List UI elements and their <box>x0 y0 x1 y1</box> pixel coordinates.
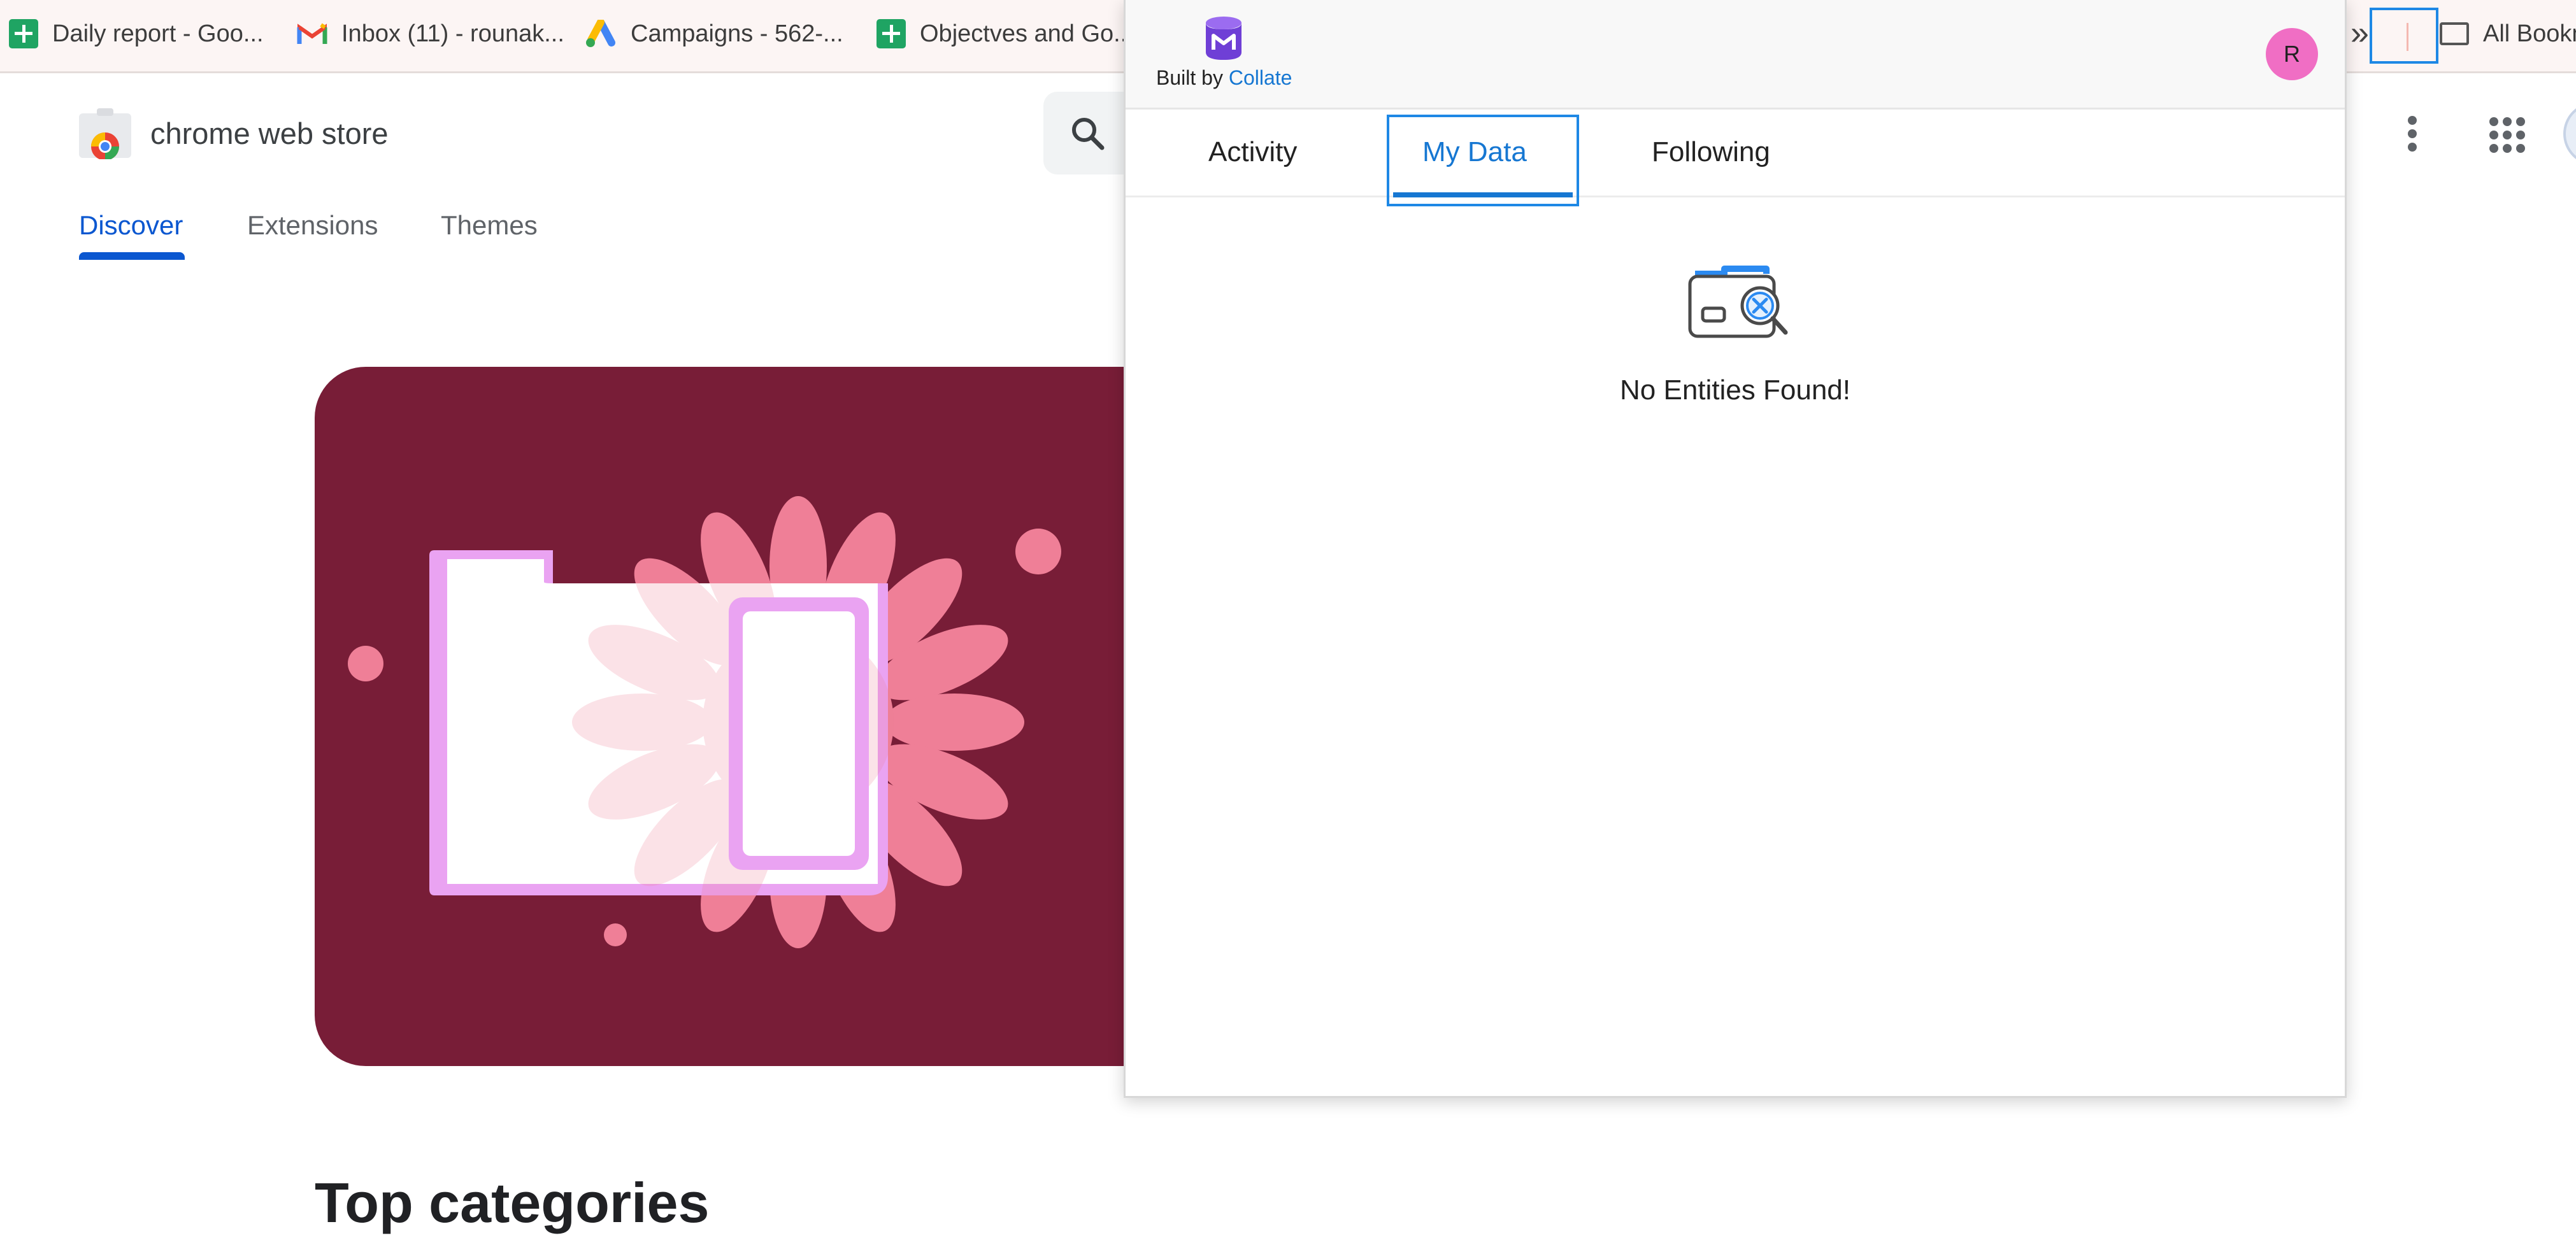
hero-banner[interactable] <box>315 367 1143 1066</box>
google-sheets-icon <box>877 19 906 48</box>
active-tab-indicator <box>79 252 185 260</box>
bookmark-objectives[interactable]: Objectves and Go... <box>877 0 1134 68</box>
tab-themes[interactable]: Themes <box>441 210 538 241</box>
tab-following[interactable]: Following <box>1652 136 1770 168</box>
store-title[interactable]: chrome web store <box>150 116 389 151</box>
bookmark-label: Objectves and Go... <box>920 20 1134 47</box>
bookmark-label: Daily report - Goo... <box>52 20 264 47</box>
no-data-folder-icon <box>1688 266 1788 338</box>
all-bookmarks-button[interactable]: All Bookm <box>2440 0 2576 68</box>
gmail-icon <box>297 23 327 44</box>
google-apps-icon[interactable] <box>2489 117 2525 153</box>
user-avatar[interactable]: R <box>2266 28 2318 80</box>
bookmark-inbox[interactable]: Inbox (11) - rounak... <box>297 0 564 68</box>
google-sheets-icon <box>9 19 38 48</box>
bookmark-daily-report[interactable]: Daily report - Goo... <box>9 0 264 68</box>
active-tab-underline <box>1393 192 1573 197</box>
built-by-label: Built by Collate <box>1156 66 1292 90</box>
bookmark-label: Campaigns - 562-... <box>631 20 843 47</box>
collate-logo-icon <box>1206 17 1241 60</box>
bookmark-campaigns[interactable]: Campaigns - 562-... <box>585 0 843 68</box>
google-ads-icon <box>586 20 615 47</box>
more-options-icon[interactable] <box>2408 116 2418 152</box>
bookmarks-overflow-icon[interactable]: » <box>2351 14 2369 52</box>
popup-header: Built by Collate R <box>1126 0 2345 110</box>
bookmark-label: Inbox (11) - rounak... <box>341 20 564 47</box>
tab-my-data[interactable]: My Data <box>1422 136 1527 168</box>
folder-icon <box>2440 22 2469 45</box>
popup-tabs: Activity My Data Following <box>1126 110 2345 206</box>
chrome-web-store-logo[interactable] <box>78 108 132 159</box>
search-icon <box>1072 118 1105 150</box>
all-bookmarks-label: All Bookm <box>2483 20 2576 47</box>
built-by-prefix: Built by <box>1156 66 1223 89</box>
section-heading-top-categories: Top categories <box>315 1171 710 1234</box>
tab-discover[interactable]: Discover <box>79 210 183 241</box>
extension-popup: Built by Collate R Activity My Data Foll… <box>1124 0 2347 1098</box>
empty-state-message: No Entities Found! <box>1620 374 1850 406</box>
hero-illustration <box>348 496 1061 948</box>
account-avatar[interactable] <box>2563 102 2576 166</box>
built-by-brand-link[interactable]: Collate <box>1229 66 1292 89</box>
extension-toolbar-button[interactable] <box>2370 8 2438 64</box>
tab-activity[interactable]: Activity <box>1208 136 1297 168</box>
tab-extensions[interactable]: Extensions <box>247 210 378 241</box>
store-search-box[interactable] <box>1043 92 1133 174</box>
